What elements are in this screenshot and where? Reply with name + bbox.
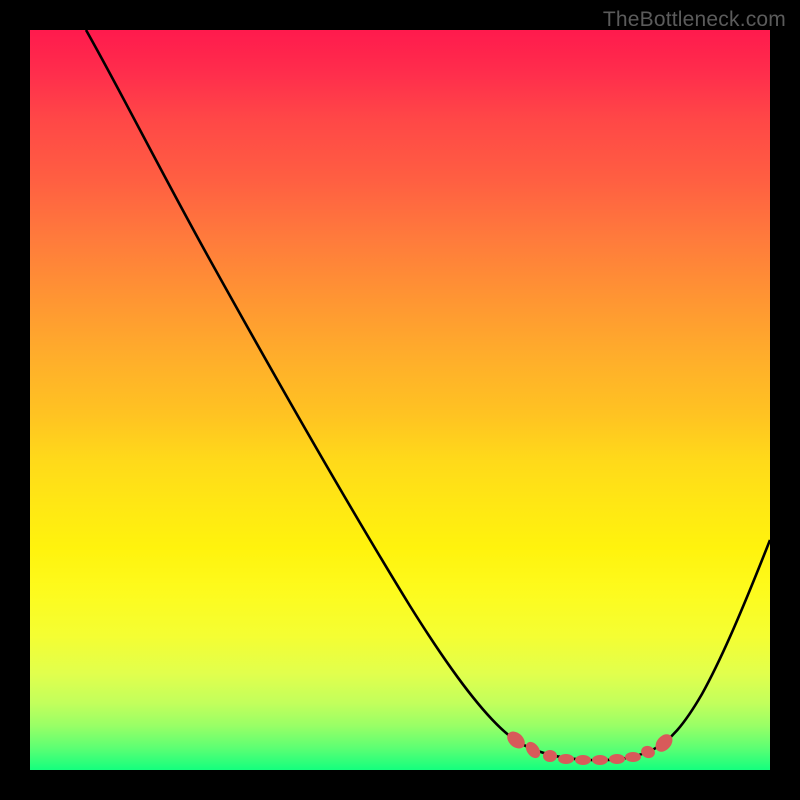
highlight-dot-group	[504, 728, 676, 765]
highlight-dot	[558, 754, 574, 764]
highlight-dot	[504, 728, 528, 752]
curve-layer	[30, 30, 770, 770]
chart-frame: TheBottleneck.com	[0, 0, 800, 800]
highlight-dot	[625, 752, 641, 762]
plot-area	[30, 30, 770, 770]
highlight-dot	[543, 750, 557, 762]
highlight-dot	[639, 744, 656, 760]
highlight-dot	[609, 754, 625, 764]
watermark-text: TheBottleneck.com	[603, 8, 786, 32]
highlight-dot	[523, 739, 543, 761]
highlight-dot	[592, 755, 608, 765]
bottleneck-curve-path	[86, 30, 770, 760]
highlight-dot	[575, 755, 591, 765]
